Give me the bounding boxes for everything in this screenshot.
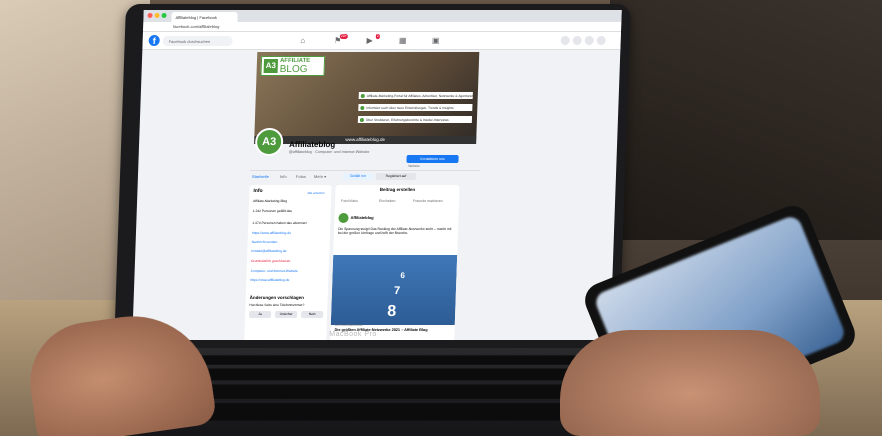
right-hand: [560, 330, 820, 436]
menu-icon[interactable]: [560, 36, 570, 45]
logo-mark: A3: [263, 59, 279, 73]
lane-number: 7: [393, 285, 401, 297]
info-row: 1.374 Personen haben das abonniert: [252, 221, 307, 225]
cover-bullet: Über Strukturen, Erfahrungsberichte & In…: [357, 116, 473, 123]
browser-tab-bar: Affiliateblog | Facebook: [143, 10, 622, 22]
info-row[interactable]: Computer- und Internet-Website: [251, 269, 327, 273]
info-card: Info Alle ansehen Affiliate-Marketing-Bl…: [244, 185, 332, 340]
tab-photos[interactable]: Fotos: [296, 174, 306, 179]
post-card: Beitrag erstellen Foto/Video Eincheken F…: [330, 185, 460, 340]
create-post-header[interactable]: Beitrag erstellen: [335, 187, 459, 192]
messenger-icon[interactable]: [572, 36, 582, 45]
facebook-logo-icon[interactable]: f: [148, 35, 160, 46]
affiliateblog-logo: A3 AFFILIATE BLOG: [260, 56, 326, 76]
cover-url: www.affiliateblog.de: [254, 136, 477, 144]
logo-text-bottom: BLOG: [279, 64, 308, 75]
info-row: 1.242 Personen gefällt das: [252, 209, 293, 213]
home-icon[interactable]: ⌂: [298, 36, 308, 46]
notification-badge: 2: [375, 34, 380, 39]
link-domain: AFFILIATEBLOG.DE: [334, 323, 363, 327]
facebook-search-input[interactable]: Facebook durchsuchen: [162, 36, 233, 46]
photo-video-action[interactable]: Foto/Video: [341, 199, 358, 203]
post-avatar: [338, 213, 349, 223]
browser-tab[interactable]: Affiliateblog | Facebook: [171, 12, 238, 22]
info-row[interactable]: https://www.affiliateblog.de: [250, 278, 326, 282]
like-button[interactable]: Gefällt mir: [342, 173, 374, 180]
tag-friends-action[interactable]: Freunde markieren: [413, 199, 443, 203]
register-button[interactable]: Registriert auf: [375, 173, 417, 180]
pages-icon[interactable]: ⚑ 20+: [333, 34, 348, 46]
checkin-action[interactable]: Eincheken: [379, 199, 395, 203]
unsure-button[interactable]: Unsicher: [275, 311, 298, 318]
address-bar[interactable]: facebook.com/affiliateblog: [142, 22, 622, 32]
cover-bullet: Affiliate-Marketing-Portal für Affiliate…: [358, 92, 473, 99]
notification-badge: 20+: [339, 34, 348, 39]
tab-info[interactable]: Info: [280, 174, 287, 179]
info-row: Grundsätzlich geschlossen: [250, 259, 291, 263]
cover-photo: A3 AFFILIATE BLOG Affiliate-Marketing-Po…: [254, 52, 480, 144]
suggest-edits-title: Änderungen vorschlagen: [249, 295, 305, 300]
suggest-question: Hat diese Seite eine Telefonnummer?: [249, 303, 305, 307]
info-row: Affiliate-Marketing-Blog: [253, 199, 288, 203]
groups-icon[interactable]: ▣: [431, 36, 441, 46]
minimize-window-icon[interactable]: [154, 13, 160, 18]
info-title: Info: [253, 188, 263, 194]
page-subtitle: @affiliateblog · Computer- und Internet-…: [288, 150, 370, 154]
marketplace-icon[interactable]: ▦: [398, 36, 408, 46]
facebook-top-bar: f Facebook durchsuchen ⌂ ⚑ 20+ ▶ 2 ▦ ▣: [142, 32, 621, 50]
lane-number: 6: [400, 271, 406, 280]
notifications-icon[interactable]: [584, 36, 594, 45]
contact-subtext: Website: [408, 164, 420, 168]
cover-bullet: Informiert euch über neue Entwicklungen,…: [358, 104, 473, 111]
page-title: Affiliateblog: [288, 140, 336, 149]
lane-number: 8: [386, 303, 397, 320]
post-image[interactable]: 6 7 8: [330, 255, 458, 325]
laptop-screen: Affiliateblog | Facebook facebook.com/af…: [132, 10, 622, 340]
url-text[interactable]: facebook.com/affiliateblog: [173, 24, 219, 29]
info-row[interactable]: https://www.affiliateblog.de: [252, 231, 328, 235]
contact-button[interactable]: Kontaktiere uns: [406, 155, 459, 163]
laptop-brand-label: MacBook Pro: [329, 331, 377, 338]
maximize-window-icon[interactable]: [161, 13, 167, 18]
post-text: Die Spannung steigt! Das Ranking der Aff…: [337, 227, 452, 236]
yes-button[interactable]: Ja: [249, 311, 272, 318]
account-icon[interactable]: [596, 36, 606, 45]
background-shelf: [610, 0, 882, 240]
page-avatar[interactable]: A3: [254, 128, 284, 156]
info-row[interactable]: kontakt@affiliateblog.de: [251, 249, 327, 253]
see-all-link[interactable]: Alle ansehen: [307, 191, 324, 195]
no-button[interactable]: Nein: [301, 311, 324, 318]
post-author[interactable]: Affiliateblog: [350, 215, 373, 220]
tab-home[interactable]: Startseite: [252, 174, 269, 179]
watch-icon[interactable]: ▶ 2: [365, 34, 380, 46]
tab-more[interactable]: Mehr ▾: [314, 174, 326, 179]
close-window-icon[interactable]: [147, 13, 153, 18]
info-row[interactable]: Nachricht senden: [252, 240, 328, 244]
